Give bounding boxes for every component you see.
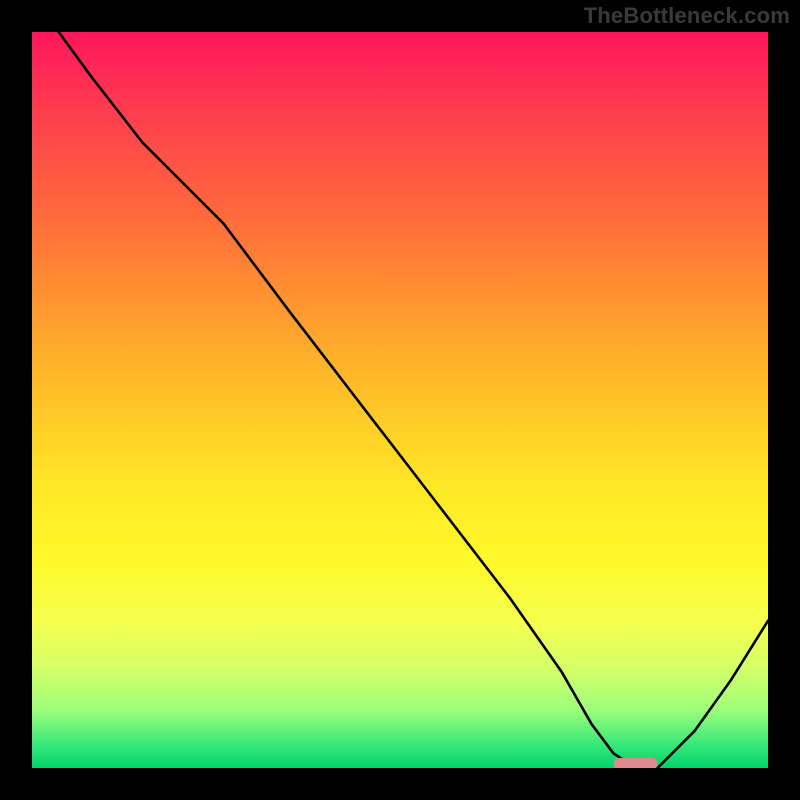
plot-area: [32, 32, 768, 768]
bottleneck-curve: [32, 32, 768, 768]
highlight-marker: [613, 758, 657, 768]
chart-container: TheBottleneck.com: [0, 0, 800, 800]
watermark-text: TheBottleneck.com: [584, 3, 790, 29]
overlay-svg: [32, 32, 768, 768]
